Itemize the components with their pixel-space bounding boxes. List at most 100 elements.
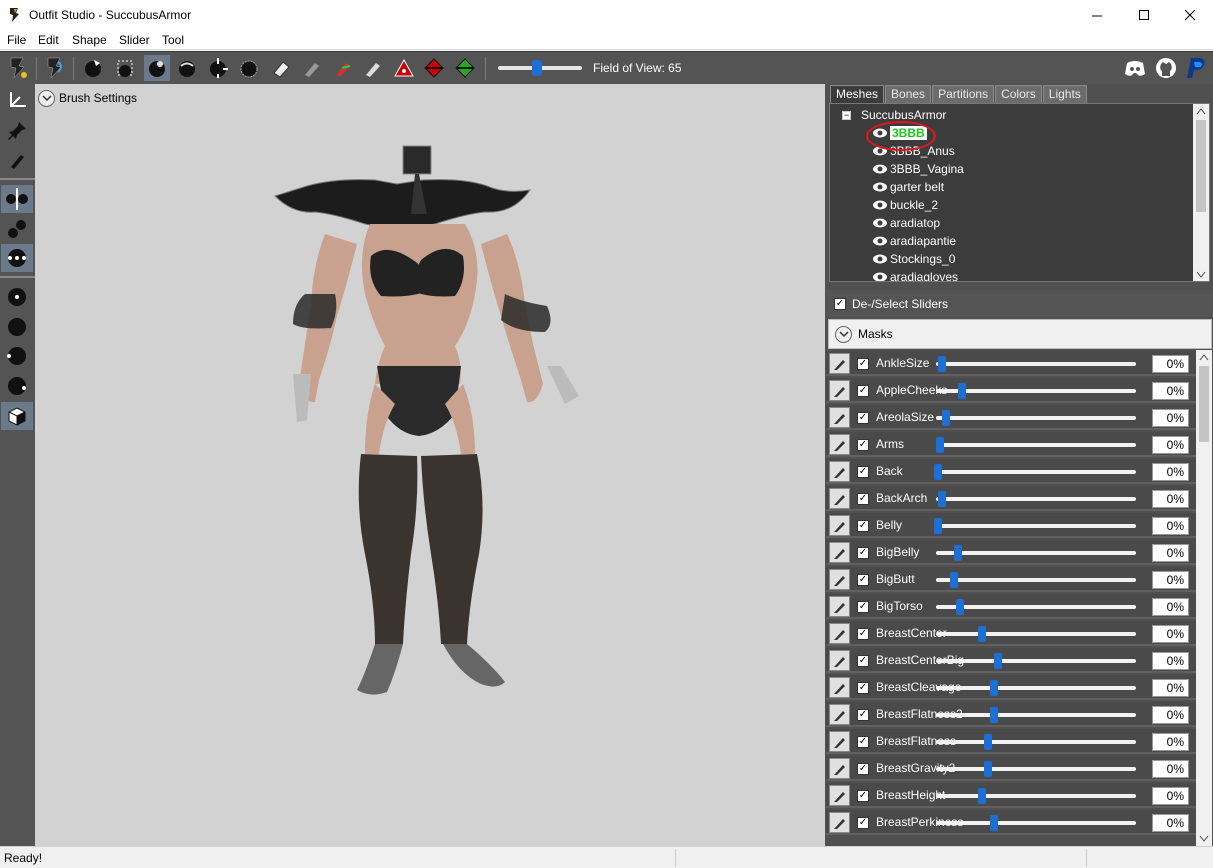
slider-checkbox[interactable]: ✓ <box>857 736 869 748</box>
slider-value-field[interactable]: 0% <box>1152 760 1189 778</box>
slider-value-field[interactable]: 0% <box>1152 679 1189 697</box>
left-dot-mode-button[interactable] <box>1 342 33 370</box>
slider-thumb[interactable] <box>994 653 1002 669</box>
slider-checkbox[interactable]: ✓ <box>857 790 869 802</box>
edit-slider-button[interactable] <box>829 353 850 374</box>
eye-icon[interactable] <box>872 271 888 282</box>
slider-checkbox[interactable]: ✓ <box>857 601 869 613</box>
tree-root[interactable]: − SuccubusArmor <box>842 108 946 122</box>
slider-value-field[interactable]: 0% <box>1152 706 1189 724</box>
pin-button[interactable] <box>1 117 33 145</box>
eye-icon[interactable] <box>872 253 888 265</box>
menu-slider[interactable]: Slider <box>119 33 150 47</box>
edit-slider-button[interactable] <box>829 812 850 833</box>
slider-value-field[interactable]: 0% <box>1152 652 1189 670</box>
edit-slider-button[interactable] <box>829 569 850 590</box>
slider-value-field[interactable]: 0% <box>1152 544 1189 562</box>
slider-track[interactable] <box>936 416 1136 420</box>
slider-thumb[interactable] <box>950 572 958 588</box>
eye-icon[interactable] <box>872 235 888 247</box>
slider-value-field[interactable]: 0% <box>1152 517 1189 535</box>
edit-slider-button[interactable] <box>829 731 850 752</box>
eye-icon[interactable] <box>872 181 888 193</box>
slider-thumb[interactable] <box>990 707 998 723</box>
slider-track[interactable] <box>936 632 1136 636</box>
slider-value-field[interactable]: 0% <box>1152 436 1189 454</box>
slider-track[interactable] <box>936 794 1136 798</box>
slider-checkbox[interactable]: ✓ <box>857 520 869 532</box>
slider-thumb[interactable] <box>934 464 942 480</box>
slider-checkbox[interactable]: ✓ <box>857 709 869 721</box>
slider-track[interactable] <box>936 497 1136 501</box>
tab-lights[interactable]: Lights <box>1042 85 1087 103</box>
edit-slider-button[interactable] <box>829 596 850 617</box>
select-brush-button[interactable] <box>80 55 106 81</box>
slider-checkbox[interactable]: ✓ <box>857 817 869 829</box>
slider-checkbox[interactable]: ✓ <box>857 358 869 370</box>
deselect-sliders-row[interactable]: ✓ De-/Select Sliders <box>826 290 1213 317</box>
edit-slider-button[interactable] <box>829 461 850 482</box>
slider-value-field[interactable]: 0% <box>1152 814 1189 832</box>
slider-checkbox[interactable]: ✓ <box>857 763 869 775</box>
tab-colors[interactable]: Colors <box>995 85 1042 103</box>
axes-button[interactable] <box>1 86 33 114</box>
mesh-item[interactable]: aradiapantie <box>872 232 956 250</box>
slider-checkbox[interactable]: ✓ <box>857 682 869 694</box>
slider-value-field[interactable]: 0% <box>1152 409 1189 427</box>
slider-value-field[interactable]: 0% <box>1152 625 1189 643</box>
inflate-brush-button[interactable] <box>144 55 170 81</box>
load-project-button[interactable] <box>5 55 31 81</box>
alpha-brush-button[interactable] <box>360 55 386 81</box>
transform-button[interactable] <box>391 55 417 81</box>
tab-bones[interactable]: Bones <box>885 85 932 103</box>
slider-track[interactable] <box>936 443 1136 447</box>
slider-value-field[interactable]: 0% <box>1152 382 1189 400</box>
reference-button[interactable] <box>42 55 68 81</box>
texture-mode-button[interactable] <box>1 402 33 430</box>
edit-slider-button[interactable] <box>829 704 850 725</box>
edit-slider-button[interactable] <box>829 434 850 455</box>
slider-track[interactable] <box>936 740 1136 744</box>
undiff-brush-button[interactable] <box>268 55 294 81</box>
edit-slider-button[interactable] <box>829 650 850 671</box>
menu-edit[interactable]: Edit <box>38 33 59 47</box>
mask-brush-button[interactable] <box>112 55 138 81</box>
github-button[interactable] <box>1153 55 1179 81</box>
slider-checkbox[interactable]: ✓ <box>857 385 869 397</box>
mesh-item[interactable]: garter belt <box>872 178 944 196</box>
slider-value-field[interactable]: 0% <box>1152 463 1189 481</box>
slider-checkbox[interactable]: ✓ <box>857 574 869 586</box>
slider-value-field[interactable]: 0% <box>1152 571 1189 589</box>
slider-track[interactable] <box>936 605 1136 609</box>
menu-file[interactable]: File <box>7 33 26 47</box>
brush-settings-header[interactable]: Brush Settings <box>38 88 137 108</box>
edit-slider-button[interactable] <box>829 785 850 806</box>
slider-value-field[interactable]: 0% <box>1152 733 1189 751</box>
slider-track[interactable] <box>936 686 1136 690</box>
slider-thumb[interactable] <box>984 761 992 777</box>
global-brush-button[interactable] <box>1 244 33 272</box>
slider-checkbox[interactable]: ✓ <box>857 547 869 559</box>
slider-thumb[interactable] <box>954 545 962 561</box>
minimize-button[interactable] <box>1074 0 1120 30</box>
right-dot-mode-button[interactable] <box>1 372 33 400</box>
weight-brush-button[interactable] <box>299 55 325 81</box>
edit-slider-button[interactable] <box>829 542 850 563</box>
masks-expand[interactable] <box>835 325 852 343</box>
symmetry-x-button[interactable] <box>1 185 33 213</box>
edit-slider-button[interactable] <box>829 488 850 509</box>
slider-list-scrollbar[interactable] <box>1196 350 1212 846</box>
edit-slider-button[interactable] <box>829 623 850 644</box>
tab-partitions[interactable]: Partitions <box>932 85 995 103</box>
slider-value-field[interactable]: 0% <box>1152 787 1189 805</box>
slider-thumb[interactable] <box>990 815 998 831</box>
slider-track[interactable] <box>936 551 1136 555</box>
slider-thumb[interactable] <box>934 518 942 534</box>
edit-slider-button[interactable] <box>829 380 850 401</box>
slider-track[interactable] <box>936 362 1136 366</box>
mesh-item[interactable]: Stockings_0 <box>872 250 955 268</box>
pivot-button[interactable] <box>421 55 447 81</box>
slider-thumb[interactable] <box>958 383 966 399</box>
collapse-icon[interactable]: − <box>842 110 851 120</box>
vertex-edit-button[interactable] <box>452 55 478 81</box>
